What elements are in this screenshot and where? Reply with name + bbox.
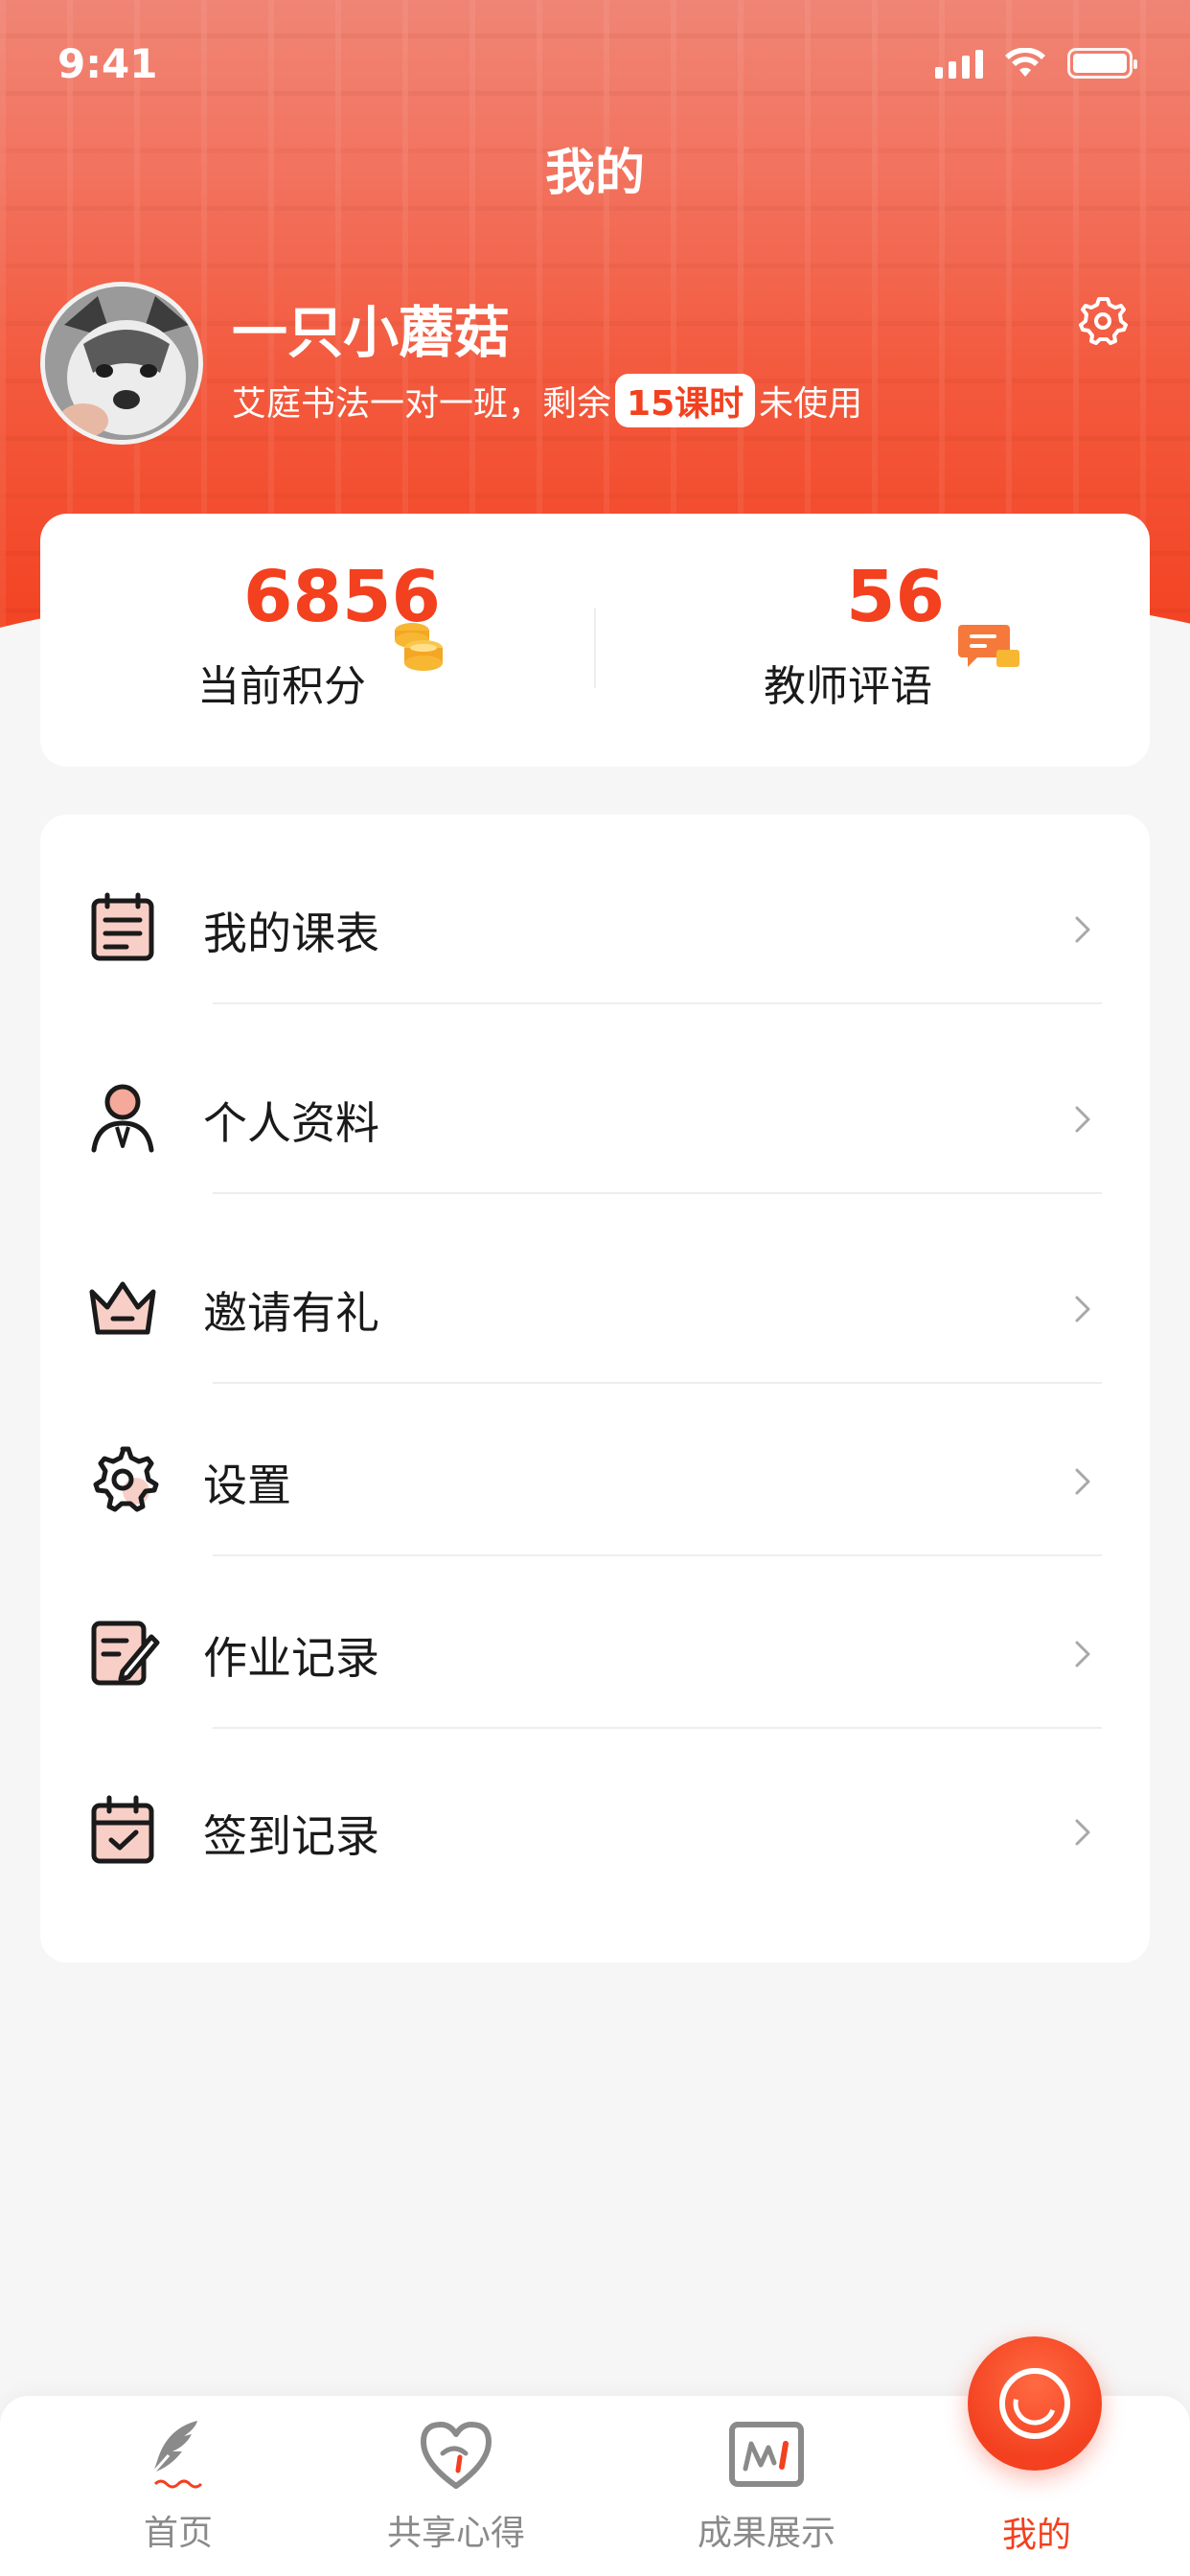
status-time: 9:41 [57,40,158,87]
chevron-right-icon [1075,1641,1090,1668]
status-icons [935,48,1137,79]
menu-item-homework[interactable]: 作业记录 [40,1556,1150,1729]
menu-item-label: 我的课表 [203,908,379,959]
chat-icon [958,625,1019,667]
class-info-prefix: 艾庭书法一对一班，剩余 [232,384,612,424]
wifi-icon [1005,48,1045,77]
menu-item-invite[interactable]: 邀请有礼 [40,1211,1150,1384]
settings-gear-icon[interactable] [1075,293,1131,349]
class-info: 艾庭书法一对一班，剩余 15课时 未使用 [232,374,862,427]
tab-label: 我的 [1001,2516,1071,2555]
menu-item-profile[interactable]: 个人资料 [40,1022,1150,1194]
status-bar: 9:41 [0,0,1190,125]
tab-mine-active-button[interactable] [968,2336,1102,2471]
chevron-right-icon [1075,1106,1090,1133]
divider [213,1002,1102,1004]
teacher-comments-value: 56 [846,556,945,638]
class-info-suffix: 未使用 [759,384,863,424]
menu-item-label: 个人资料 [203,1097,379,1149]
menu-item-label: 签到记录 [203,1810,379,1862]
smile-icon [999,2368,1070,2439]
tab-home[interactable]: 首页 [63,2415,293,2568]
tab-results[interactable]: 成果展示 [652,2415,881,2568]
divider [213,1192,1102,1194]
chevron-right-icon [1075,1296,1090,1322]
battery-icon [1067,48,1137,79]
homework-icon [91,1621,160,1686]
stats-card: 6856 当前积分 56 教师评语 [40,514,1150,767]
remaining-lessons-badge: 15课时 [615,374,756,427]
crown-icon [89,1281,156,1335]
gear-icon [93,1446,159,1512]
chevron-right-icon [1075,1819,1090,1846]
menu-item-label: 作业记录 [203,1632,379,1684]
menu-item-label: 邀请有礼 [203,1287,379,1339]
tab-label: 成果展示 [697,2514,835,2553]
page-title: 我的 [544,145,645,202]
frame-icon [729,2422,804,2487]
signal-icon [935,48,983,79]
menu-card: 我的课表 个人资料 邀请有礼 设置 作业记录 签到记录 [40,815,1150,1963]
avatar[interactable] [40,282,203,445]
teacher-comments-stat[interactable]: 56 教师评语 [764,562,1147,713]
stats-divider [594,608,596,688]
quill-icon [151,2421,203,2489]
my-page: 9:41 我的 一只小蘑菇 艾庭书法一对一班，剩余 15课时 未使用 6856 … [0,0,1190,2576]
menu-item-checkin[interactable]: 签到记录 [40,1735,1150,1907]
points-stat[interactable]: 6856 当前积分 [197,562,581,713]
chevron-right-icon [1075,916,1090,943]
points-value: 6856 [243,556,441,638]
menu-item-schedule[interactable]: 我的课表 [40,832,1150,1004]
coins-icon [395,623,443,671]
checkin-calendar-icon [91,1795,154,1864]
tab-share[interactable]: 共享心得 [341,2415,571,2568]
teacher-comments-label: 教师评语 [764,662,932,711]
heart-icon [421,2422,492,2489]
points-label: 当前积分 [197,662,366,711]
schedule-icon [91,892,154,961]
menu-item-label: 设置 [203,1460,291,1511]
tab-label: 共享心得 [386,2514,525,2553]
user-name: 一只小蘑菇 [232,300,511,365]
tab-label: 首页 [143,2514,213,2553]
divider [213,1727,1102,1729]
chevron-right-icon [1075,1468,1090,1495]
profile-icon [91,1084,154,1153]
menu-item-settings[interactable]: 设置 [40,1384,1150,1556]
